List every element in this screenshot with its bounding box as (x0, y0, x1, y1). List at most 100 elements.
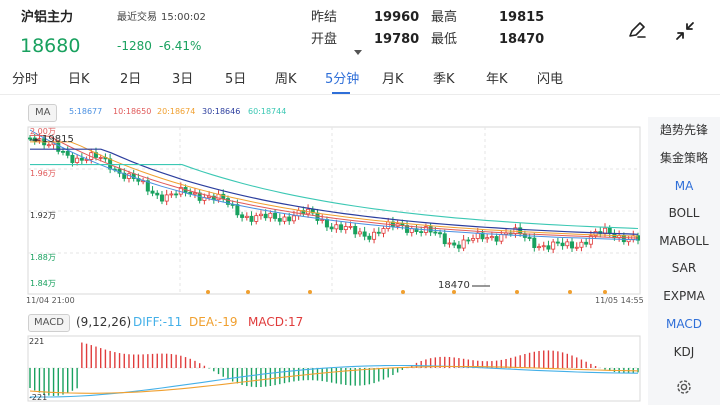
candle-body (499, 233, 504, 242)
macd-y-top: 221 (29, 337, 45, 346)
candle-body (277, 218, 282, 222)
candle-body (98, 157, 103, 159)
candlestick-chart[interactable] (0, 0, 720, 402)
candle-body (343, 226, 348, 231)
candle-body (164, 194, 169, 202)
y-tick-label: 1.88万 (30, 253, 56, 262)
candle-body (537, 246, 542, 249)
candle-body (287, 216, 292, 222)
ma60-line (30, 164, 639, 230)
candle-body (70, 154, 75, 163)
y-tick-label: 1.84万 (30, 279, 56, 288)
ma10-line (30, 134, 639, 239)
ma30-line (30, 148, 639, 235)
candle-body (409, 228, 414, 233)
candle-body (574, 246, 579, 249)
indicator-ma[interactable]: MA (648, 180, 720, 192)
high-price-marker: 19815 (42, 134, 74, 145)
indicator-maboll[interactable]: MABOLL (648, 235, 720, 247)
candle-body (240, 214, 245, 218)
indicator-集金策略[interactable]: 集金策略 (648, 152, 720, 164)
candle-body (461, 239, 466, 249)
candle-body (438, 232, 443, 235)
candle-body (79, 157, 84, 161)
candle-body (565, 241, 570, 247)
candle-body (584, 241, 589, 245)
candle-body (560, 242, 565, 247)
candle-body (541, 245, 546, 248)
candle-body (607, 227, 612, 234)
start-time-label: 11/04 21:00 (26, 296, 75, 305)
event-dot (401, 290, 405, 294)
macd-badge[interactable]: MACD (28, 314, 70, 332)
candle-body (555, 241, 560, 244)
candle-body (192, 192, 197, 195)
candle-body (489, 236, 494, 239)
macd-dea: DEA:-19 (189, 315, 238, 329)
candle-body (216, 193, 221, 201)
end-time-label: 11/05 14:55 (595, 296, 644, 305)
candle-body (442, 233, 447, 245)
candle-body (372, 231, 377, 240)
candle-body (367, 235, 372, 240)
candle-body (532, 237, 537, 248)
candle-body (65, 150, 70, 156)
ma20-line (30, 141, 639, 237)
candle-body (169, 193, 174, 196)
candle-body (324, 219, 329, 228)
candle-body (456, 244, 461, 249)
event-dot (308, 290, 312, 294)
candle-body (362, 231, 367, 237)
macd-diff: DIFF:-11 (133, 315, 183, 329)
indicator-kdj[interactable]: KDJ (648, 346, 720, 358)
candle-body (376, 231, 381, 234)
candle-body (282, 216, 287, 222)
candle-body (159, 194, 164, 202)
indicator-macd[interactable]: MACD (648, 318, 720, 330)
candle-body (339, 224, 344, 231)
candle-body (291, 215, 296, 222)
event-dot (603, 290, 607, 294)
candle-body (386, 221, 391, 229)
macd-y-bottom: -221 (29, 393, 48, 402)
candle-body (447, 242, 452, 245)
candle-body (485, 237, 490, 240)
y-tick-label: 1.96万 (30, 169, 56, 178)
candle-body (579, 241, 584, 248)
candle-body (315, 212, 320, 221)
candle-body (357, 231, 362, 235)
ma5-line (29, 129, 639, 241)
event-dot (246, 290, 250, 294)
candle-body (249, 215, 254, 222)
high-marker-dot (34, 138, 38, 142)
candle-body (471, 238, 476, 241)
low-price-marker: 18470 (438, 280, 470, 291)
indicator-趋势先锋[interactable]: 趋势先锋 (648, 124, 720, 136)
indicator-boll[interactable]: BOLL (648, 207, 720, 219)
candle-body (273, 212, 278, 219)
candle-body (258, 213, 263, 217)
candle-body (621, 235, 626, 243)
candle-body (150, 190, 155, 194)
candle-body (494, 236, 499, 242)
indicator-sar[interactable]: SAR (648, 262, 720, 274)
candle-body (419, 231, 424, 234)
candle-body (551, 241, 556, 250)
candle-body (155, 192, 160, 196)
macd-params: (9,12,26) (76, 315, 132, 329)
candle-body (570, 241, 575, 249)
indicator-expma[interactable]: EXPMA (648, 290, 720, 302)
candle-body (329, 226, 334, 230)
settings-gear-icon[interactable] (675, 378, 693, 396)
candle-body (263, 213, 268, 219)
candle-body (235, 204, 240, 216)
candle-body (348, 225, 353, 228)
candle-body (244, 215, 249, 218)
candle-body (27, 137, 32, 140)
candle-body (334, 224, 339, 230)
event-dot (206, 290, 210, 294)
macd-value: MACD:17 (248, 315, 304, 329)
candle-body (381, 228, 386, 234)
candle-body (466, 239, 471, 242)
event-dot (568, 290, 572, 294)
